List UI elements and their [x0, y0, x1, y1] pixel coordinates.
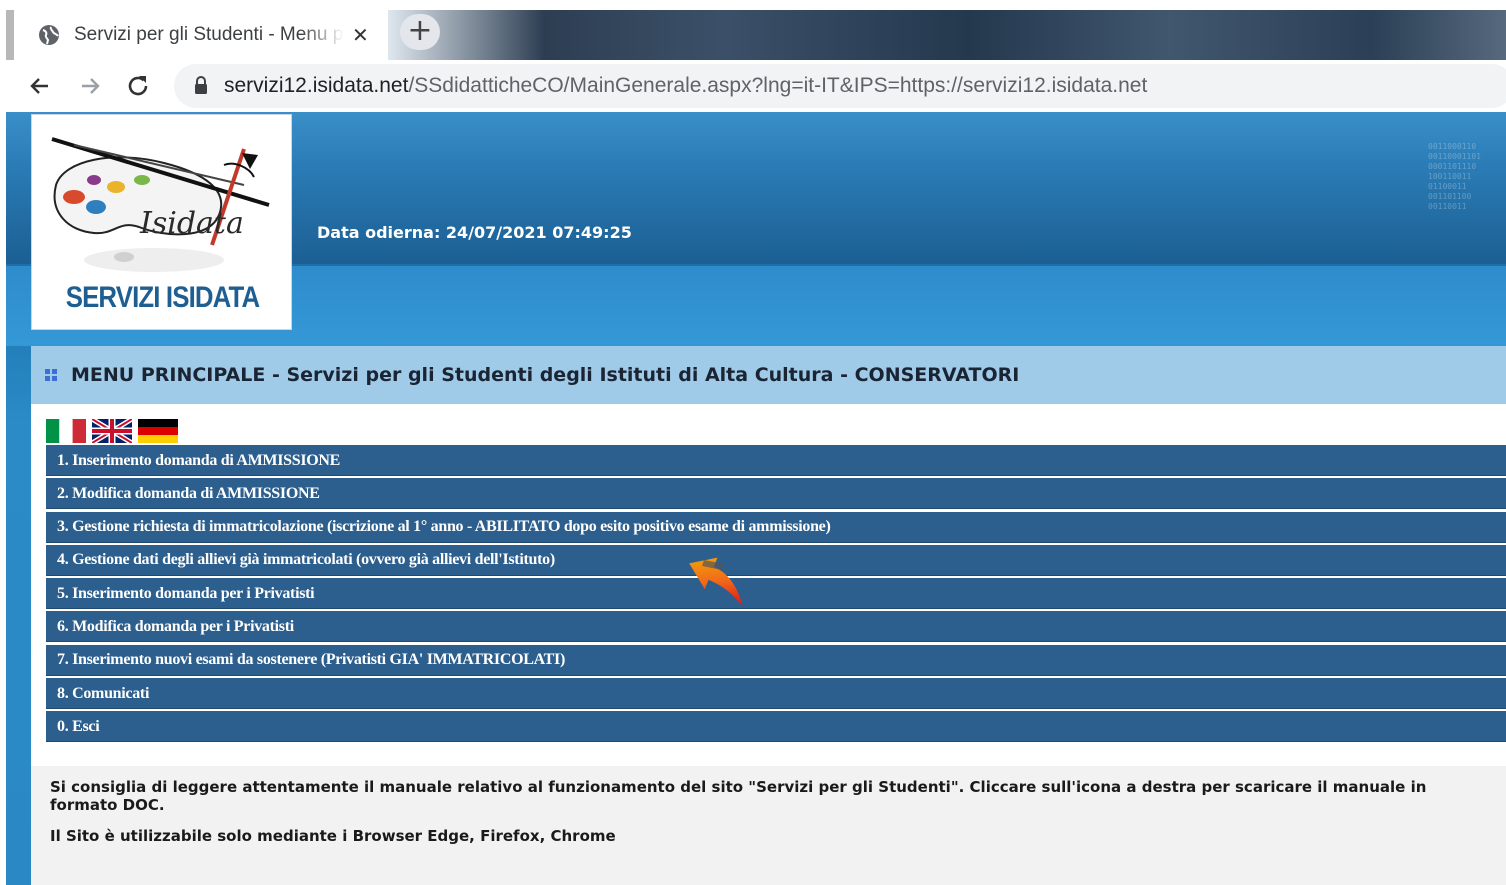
url-path: /SSdidatticheCO/MainGenerale.aspx?lng=it… [408, 74, 1148, 97]
new-tab-button[interactable]: + [400, 14, 440, 50]
palette-logo-icon: Isidata [51, 137, 270, 272]
globe-icon [39, 25, 59, 45]
menu-item-inserimento-ammissione[interactable]: 1. Inserimento domanda di AMMISSIONE [46, 445, 1506, 476]
language-selector [46, 419, 178, 445]
decorative-binary-pattern: 0011000110 00110001101 0001101110 100110… [1428, 142, 1481, 211]
menu-item-esci[interactable]: 0. Esci [46, 711, 1506, 743]
browser-toolbar: servizi12.isidata.net/SSdidatticheCO/Mai… [0, 60, 1506, 112]
address-url: servizi12.isidata.net/SSdidatticheCO/Mai… [224, 74, 1147, 98]
site-logo[interactable]: Isidata SERVIZI ISIDATA [31, 114, 292, 330]
main-menu: 1. Inserimento domanda di AMMISSIONE 2. … [46, 445, 1506, 745]
german-flag-icon[interactable] [138, 419, 178, 443]
back-button[interactable] [24, 70, 56, 102]
page-title-bar: MENU PRINCIPALE - Servizi per gli Studen… [31, 346, 1506, 404]
pointer-arrow-icon [689, 557, 743, 607]
logo-wordmark: Isidata [139, 206, 244, 241]
menu-item-modifica-privatisti[interactable]: 6. Modifica domanda per i Privatisti [46, 611, 1506, 643]
browser-tab-strip: Servizi per gli Studenti - Menu principa… [0, 0, 1506, 60]
menu-item-nuovi-esami[interactable]: 7. Inserimento nuovi esami da sostenere … [46, 644, 1506, 676]
logo-caption: SERVIZI ISIDATA [65, 281, 260, 314]
page-title: MENU PRINCIPALE - Servizi per gli Studen… [71, 364, 1020, 386]
uk-flag-icon[interactable] [92, 419, 132, 443]
url-host: servizi12.isidata.net [224, 74, 409, 97]
main-content: MENU PRINCIPALE - Servizi per gli Studen… [31, 346, 1506, 885]
reload-icon [128, 76, 148, 96]
browser-tab[interactable]: Servizi per gli Studenti - Menu principa… [18, 10, 382, 60]
menu-item-comunicati[interactable]: 8. Comunicati [46, 678, 1506, 710]
close-tab-icon[interactable]: ✕ [352, 23, 369, 47]
menu-item-inserimento-privatisti[interactable]: 5. Inserimento domanda per i Privatisti [46, 578, 1506, 610]
notice-manual: Si consiglia di leggere attentamente il … [50, 778, 1427, 814]
current-date: Data odierna: 24/07/2021 07:49:25 [317, 223, 632, 242]
info-notice: Si consiglia di leggere attentamente il … [31, 766, 1506, 885]
forward-button[interactable] [74, 70, 106, 102]
italian-flag-icon[interactable] [46, 419, 86, 443]
page-body: 0011000110 00110001101 0001101110 100110… [6, 112, 1506, 885]
back-arrow-icon [30, 78, 48, 94]
address-bar[interactable]: servizi12.isidata.net/SSdidatticheCO/Mai… [174, 64, 1506, 108]
menu-item-modifica-ammissione[interactable]: 2. Modifica domanda di AMMISSIONE [46, 478, 1506, 510]
tab-title: Servizi per gli Studenti - Menu principa… [74, 24, 344, 45]
lock-icon [195, 76, 207, 94]
notice-browsers: Il Sito è utilizzabile solo mediante i B… [50, 827, 616, 845]
tab-edge [6, 10, 14, 60]
window-background [388, 10, 1506, 60]
forward-arrow-icon [82, 78, 100, 94]
grid-bullet-icon [45, 369, 57, 381]
reload-button[interactable] [122, 70, 154, 102]
menu-item-allievi-immatricolati[interactable]: 4. Gestione dati degli allievi già immat… [46, 544, 1506, 576]
menu-item-immatricolazione[interactable]: 3. Gestione richiesta di immatricolazion… [46, 511, 1506, 543]
